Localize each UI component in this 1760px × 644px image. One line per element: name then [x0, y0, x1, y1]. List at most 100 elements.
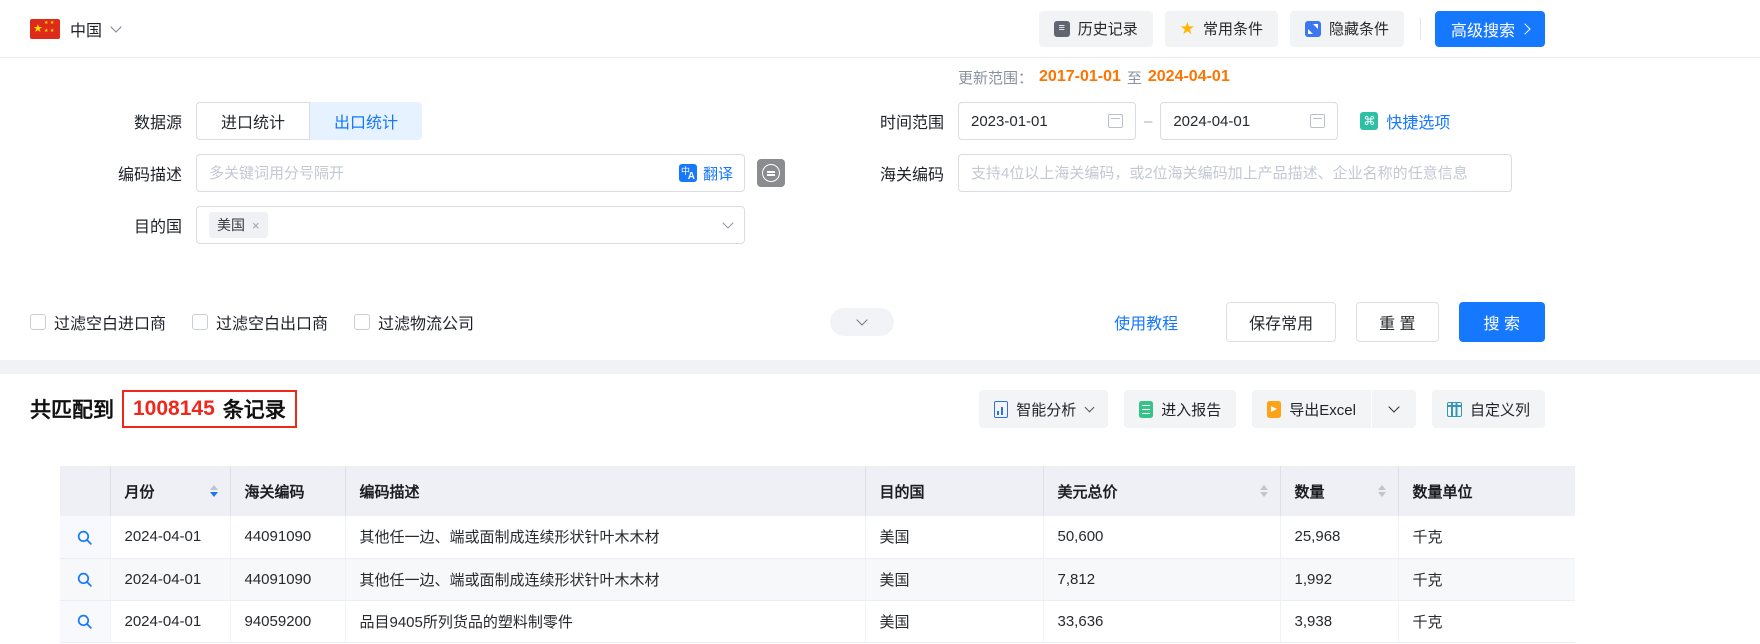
table-header-hscode: 海关编码 [230, 466, 346, 516]
start-date-input[interactable]: 2023-01-01 [958, 102, 1136, 140]
custom-columns-button[interactable]: 自定义列 [1431, 390, 1545, 428]
table-cell: 其他任一边、端或面制成连续形状针叶木木材 [345, 516, 866, 559]
table-header-quantity[interactable]: 数量 [1280, 466, 1399, 516]
checkbox-filter-logistics[interactable]: 过滤物流公司 [354, 310, 474, 334]
smart-analysis-label: 智能分析 [1016, 401, 1077, 419]
destination-select[interactable]: 美国 × [196, 206, 745, 244]
destination-tag: 美国 × [209, 212, 268, 238]
history-button[interactable]: ≡ 历史记录 [1038, 10, 1153, 47]
table-header-detail-col [60, 466, 111, 516]
reset-button[interactable]: 重 置 [1356, 302, 1439, 342]
star-icon: ★ [1179, 19, 1195, 38]
table-cell: 2024-04-01 [110, 516, 231, 559]
tutorial-link[interactable]: 使用教程 [1114, 310, 1178, 334]
sort-icon[interactable] [1377, 484, 1386, 498]
magnifier-icon[interactable] [76, 529, 93, 546]
enter-report-label: 进入报告 [1161, 401, 1222, 419]
end-date-value: 2024-04-01 [1173, 112, 1251, 130]
export-icon [1267, 400, 1282, 418]
destination-label: 目的国 [133, 219, 182, 236]
table-row: 2024-04-01 44091090 其他任一边、端或面制成连续形状针叶木木材 美国… [60, 558, 1575, 601]
smart-analysis-button[interactable]: 智能分析 [979, 390, 1109, 428]
row-detail-cell [60, 600, 111, 643]
checkbox-filter-blank-exporter[interactable]: 过滤空白出口商 [192, 310, 328, 334]
calendar-icon [1108, 114, 1123, 128]
quick-options-label: 快捷选项 [1386, 115, 1451, 132]
quick-options-button[interactable]: ⌘ 快捷选项 [1360, 109, 1450, 133]
magnifier-icon[interactable] [76, 613, 93, 630]
table-cell: 44091090 [230, 516, 346, 559]
chevron-down-icon [1388, 401, 1400, 413]
chevron-down-icon[interactable] [110, 20, 122, 33]
hs-code-label: 海关编码 [879, 167, 944, 184]
advanced-search-button[interactable]: 高级搜索 [1434, 10, 1545, 47]
search-form: 更新范围： 2017-01-01 至 2024-04-01 数据源 进口统计 出… [30, 58, 1545, 342]
chevron-down-icon [856, 314, 868, 326]
export-excel-button[interactable]: 导出Excel [1252, 390, 1371, 428]
translate-button[interactable]: 翻译 [678, 154, 733, 192]
match-count-prefix: 共匹配到 [30, 399, 114, 422]
hs-code-input[interactable] [958, 154, 1512, 192]
export-excel-split-button: 导出Excel [1252, 390, 1416, 428]
match-count-suffix: 条记录 [222, 399, 286, 422]
table-body: 2024-04-01 44091090 其他任一边、端或面制成连续形状针叶木木材 美国… [60, 516, 1575, 643]
checkbox-filter-blank-importer[interactable]: 过滤空白进口商 [30, 310, 166, 334]
enter-report-button[interactable]: 进入报告 [1124, 390, 1237, 428]
table-cell: 25,968 [1280, 516, 1399, 559]
results-section: 共匹配到 1008145 条记录 智能分析 进入报告 导出Excel 自定义列 … [30, 388, 1575, 643]
chevron-down-icon [722, 217, 734, 229]
chevron-right-icon [1519, 22, 1531, 35]
columns-icon [1446, 401, 1462, 417]
tab-export-stats[interactable]: 出口统计 [310, 102, 423, 140]
table-cell: 44091090 [230, 558, 346, 601]
command-icon: ⌘ [1360, 112, 1379, 130]
date-range-dash: – [1144, 112, 1153, 130]
update-range-start: 2017-01-01 [1039, 68, 1121, 85]
country-selector-label[interactable]: 中国 [70, 17, 102, 41]
tab-import-stats[interactable]: 进口统计 [196, 102, 311, 140]
table-cell: 千克 [1398, 558, 1575, 601]
export-excel-label: 导出Excel [1289, 401, 1356, 419]
table-cell: 品目9405所列货品的塑料制零件 [345, 600, 866, 643]
checkbox-label: 过滤空白出口商 [216, 316, 329, 333]
checkbox-icon[interactable] [192, 314, 209, 330]
analysis-icon [994, 400, 1009, 418]
table-cell: 美国 [865, 516, 1044, 559]
data-source-segmented: 进口统计 出口统计 [196, 102, 423, 140]
export-options-button[interactable] [1371, 390, 1416, 428]
update-range: 更新范围： 2017-01-01 至 2024-04-01 [958, 66, 1545, 88]
hide-conditions-button[interactable]: 隐藏条件 [1289, 10, 1404, 47]
calendar-icon [1310, 114, 1326, 128]
code-desc-input[interactable] [196, 154, 745, 192]
history-button-label: 历史记录 [1077, 21, 1138, 38]
match-count-number: 1008145 [133, 397, 215, 420]
checkbox-label: 过滤空白进口商 [54, 316, 167, 333]
table-header-usd-total[interactable]: 美元总价 [1043, 466, 1281, 516]
table-cell: 2024-04-01 [110, 558, 231, 601]
translate-icon [678, 164, 697, 182]
save-conditions-button[interactable]: 保存常用 [1226, 302, 1337, 342]
favorite-conditions-button[interactable]: ★ 常用条件 [1164, 10, 1278, 47]
column-label: 月份 [124, 483, 155, 501]
checkbox-icon[interactable] [354, 314, 371, 330]
sort-icon[interactable] [1259, 484, 1268, 498]
search-button[interactable]: 搜 索 [1458, 302, 1545, 342]
end-date-input[interactable]: 2024-04-01 [1160, 102, 1339, 140]
filter-circle-icon[interactable] [757, 159, 785, 187]
expand-collapse-button[interactable] [830, 308, 895, 336]
row-detail-cell [60, 516, 111, 559]
section-separator [0, 360, 1760, 374]
table-cell: 33,636 [1043, 600, 1281, 643]
china-flag-icon: ★ ★ ★ ★ ★ [30, 18, 60, 39]
magnifier-icon[interactable] [76, 571, 93, 588]
table-cell: 94059200 [230, 600, 346, 643]
checkbox-icon[interactable] [30, 314, 46, 330]
sort-icon[interactable] [209, 484, 218, 498]
results-table: 月份 海关编码 编码描述 目的国 美元总价 数量 数量单位 2024-04-01… [60, 466, 1575, 643]
advanced-search-label: 高级搜索 [1450, 22, 1515, 40]
table-cell: 50,600 [1043, 516, 1281, 559]
tag-close-icon[interactable]: × [252, 218, 260, 233]
update-range-to: 至 [1126, 69, 1142, 87]
table-header-destination: 目的国 [865, 466, 1044, 516]
table-header-month[interactable]: 月份 [110, 466, 231, 516]
